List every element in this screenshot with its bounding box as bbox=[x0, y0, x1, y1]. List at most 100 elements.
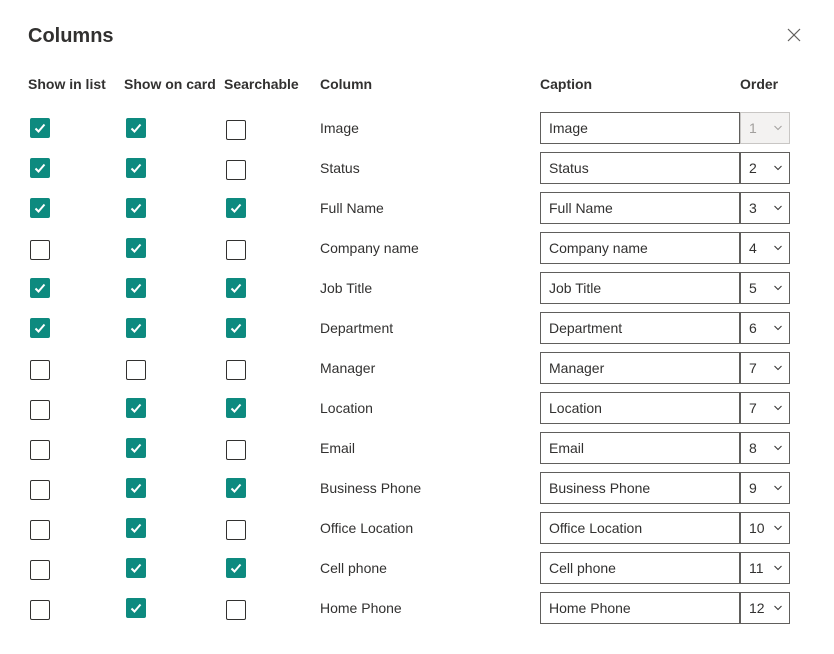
checkbox-show-on-card[interactable] bbox=[126, 278, 146, 298]
order-select[interactable]: 7 bbox=[740, 392, 790, 424]
chevron-down-icon bbox=[773, 603, 783, 613]
checkbox-searchable[interactable] bbox=[226, 558, 246, 578]
caption-input[interactable] bbox=[540, 592, 740, 624]
checkbox-searchable[interactable] bbox=[226, 440, 246, 460]
checkbox-show-on-card[interactable] bbox=[126, 238, 146, 258]
check-icon bbox=[129, 441, 143, 455]
header-searchable: Searchable bbox=[224, 76, 320, 92]
checkbox-show-in-list[interactable] bbox=[30, 480, 50, 500]
table-row: Location 7 bbox=[28, 390, 806, 426]
header-show-on-card: Show on card bbox=[124, 76, 224, 92]
checkbox-searchable[interactable] bbox=[226, 120, 246, 140]
check-icon bbox=[129, 401, 143, 415]
order-select[interactable]: 6 bbox=[740, 312, 790, 344]
order-value: 6 bbox=[749, 320, 757, 336]
caption-input[interactable] bbox=[540, 512, 740, 544]
checkbox-show-in-list[interactable] bbox=[30, 278, 50, 298]
checkbox-searchable[interactable] bbox=[226, 240, 246, 260]
check-icon bbox=[33, 201, 47, 215]
chevron-down-icon bbox=[773, 323, 783, 333]
checkbox-searchable[interactable] bbox=[226, 398, 246, 418]
checkbox-searchable[interactable] bbox=[226, 278, 246, 298]
checkbox-show-in-list[interactable] bbox=[30, 520, 50, 540]
close-icon bbox=[787, 28, 801, 45]
order-value: 12 bbox=[749, 600, 765, 616]
order-value: 3 bbox=[749, 200, 757, 216]
column-name-label: Cell phone bbox=[320, 560, 540, 576]
caption-input[interactable] bbox=[540, 352, 740, 384]
table-header-row: Show in list Show on card Searchable Col… bbox=[28, 66, 806, 102]
chevron-down-icon bbox=[773, 403, 783, 413]
checkbox-show-on-card[interactable] bbox=[126, 558, 146, 578]
checkbox-show-in-list[interactable] bbox=[30, 118, 50, 138]
checkbox-searchable[interactable] bbox=[226, 160, 246, 180]
table-row: Business Phone 9 bbox=[28, 470, 806, 506]
caption-input[interactable] bbox=[540, 312, 740, 344]
checkbox-show-in-list[interactable] bbox=[30, 440, 50, 460]
checkbox-show-in-list[interactable] bbox=[30, 158, 50, 178]
caption-input[interactable] bbox=[540, 112, 740, 144]
order-select[interactable]: 3 bbox=[740, 192, 790, 224]
order-select[interactable]: 10 bbox=[740, 512, 790, 544]
order-select[interactable]: 5 bbox=[740, 272, 790, 304]
table-row: Office Location 10 bbox=[28, 510, 806, 546]
checkbox-show-on-card[interactable] bbox=[126, 438, 146, 458]
checkbox-show-in-list[interactable] bbox=[30, 240, 50, 260]
order-select[interactable]: 7 bbox=[740, 352, 790, 384]
checkbox-show-on-card[interactable] bbox=[126, 518, 146, 538]
header-column: Column bbox=[320, 76, 540, 92]
checkbox-show-in-list[interactable] bbox=[30, 600, 50, 620]
order-value: 1 bbox=[749, 120, 757, 136]
checkbox-show-in-list[interactable] bbox=[30, 360, 50, 380]
checkbox-searchable[interactable] bbox=[226, 600, 246, 620]
order-select[interactable]: 8 bbox=[740, 432, 790, 464]
caption-input[interactable] bbox=[540, 192, 740, 224]
chevron-down-icon bbox=[773, 363, 783, 373]
caption-input[interactable] bbox=[540, 552, 740, 584]
chevron-down-icon bbox=[773, 443, 783, 453]
table-row: Full Name 3 bbox=[28, 190, 806, 226]
checkbox-show-on-card[interactable] bbox=[126, 398, 146, 418]
checkbox-searchable[interactable] bbox=[226, 360, 246, 380]
checkbox-show-on-card[interactable] bbox=[126, 118, 146, 138]
checkbox-show-on-card[interactable] bbox=[126, 198, 146, 218]
checkbox-show-in-list[interactable] bbox=[30, 318, 50, 338]
checkbox-show-in-list[interactable] bbox=[30, 198, 50, 218]
check-icon bbox=[33, 321, 47, 335]
checkbox-searchable[interactable] bbox=[226, 198, 246, 218]
order-select[interactable]: 4 bbox=[740, 232, 790, 264]
check-icon bbox=[229, 481, 243, 495]
chevron-down-icon bbox=[773, 523, 783, 533]
chevron-down-icon bbox=[773, 123, 783, 133]
column-name-label: Status bbox=[320, 160, 540, 176]
caption-input[interactable] bbox=[540, 272, 740, 304]
order-select[interactable]: 9 bbox=[740, 472, 790, 504]
check-icon bbox=[229, 321, 243, 335]
caption-input[interactable] bbox=[540, 472, 740, 504]
caption-input[interactable] bbox=[540, 392, 740, 424]
caption-input[interactable] bbox=[540, 232, 740, 264]
table-row: Department 6 bbox=[28, 310, 806, 346]
order-select[interactable]: 11 bbox=[740, 552, 790, 584]
check-icon bbox=[129, 201, 143, 215]
header-caption: Caption bbox=[540, 76, 740, 92]
checkbox-show-on-card[interactable] bbox=[126, 360, 146, 380]
order-value: 5 bbox=[749, 280, 757, 296]
close-button[interactable] bbox=[782, 24, 806, 48]
checkbox-searchable[interactable] bbox=[226, 318, 246, 338]
checkbox-show-in-list[interactable] bbox=[30, 560, 50, 580]
order-select[interactable]: 2 bbox=[740, 152, 790, 184]
checkbox-show-in-list[interactable] bbox=[30, 400, 50, 420]
checkbox-searchable[interactable] bbox=[226, 478, 246, 498]
check-icon bbox=[129, 121, 143, 135]
checkbox-show-on-card[interactable] bbox=[126, 318, 146, 338]
column-name-label: Department bbox=[320, 320, 540, 336]
checkbox-show-on-card[interactable] bbox=[126, 158, 146, 178]
caption-input[interactable] bbox=[540, 152, 740, 184]
caption-input[interactable] bbox=[540, 432, 740, 464]
checkbox-show-on-card[interactable] bbox=[126, 478, 146, 498]
checkbox-show-on-card[interactable] bbox=[126, 598, 146, 618]
column-name-label: Email bbox=[320, 440, 540, 456]
checkbox-searchable[interactable] bbox=[226, 520, 246, 540]
order-select[interactable]: 12 bbox=[740, 592, 790, 624]
